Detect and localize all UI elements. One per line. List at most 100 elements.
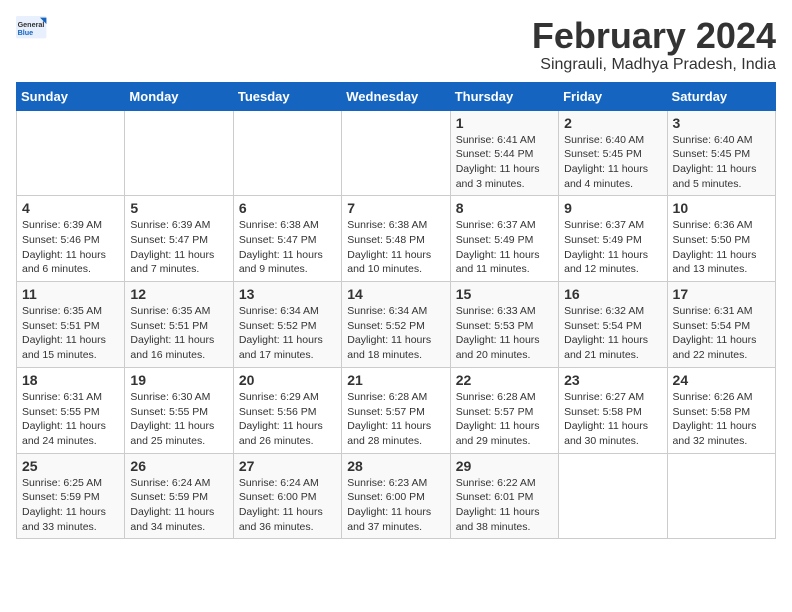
logo-icon: General Blue (16, 16, 48, 40)
month-title: February 2024 (532, 16, 776, 56)
day-number: 2 (564, 115, 661, 131)
day-number: 25 (22, 458, 119, 474)
calendar-cell (233, 110, 341, 196)
day-number: 12 (130, 286, 227, 302)
calendar-cell: 7 Sunrise: 6:38 AM Sunset: 5:48 PM Daylig… (342, 196, 450, 282)
day-number: 4 (22, 200, 119, 216)
calendar-week-row: 4 Sunrise: 6:39 AM Sunset: 5:46 PM Daylig… (17, 196, 776, 282)
day-number: 10 (673, 200, 770, 216)
day-info: Sunrise: 6:37 AM Sunset: 5:49 PM Dayligh… (564, 218, 661, 277)
day-number: 5 (130, 200, 227, 216)
day-number: 23 (564, 372, 661, 388)
day-info: Sunrise: 6:35 AM Sunset: 5:51 PM Dayligh… (130, 304, 227, 363)
day-number: 8 (456, 200, 553, 216)
weekday-header-wednesday: Wednesday (342, 82, 450, 110)
calendar-cell: 23Sunrise: 6:27 AM Sunset: 5:58 PM Dayli… (559, 367, 667, 453)
weekday-header-sunday: Sunday (17, 82, 125, 110)
day-info: Sunrise: 6:25 AM Sunset: 5:59 PM Dayligh… (22, 476, 119, 535)
calendar-cell: 27 Sunrise: 6:24 AM Sunset: 6:00 PM Dayli… (233, 453, 341, 539)
weekday-header-monday: Monday (125, 82, 233, 110)
calendar-cell: 19 Sunrise: 6:30 AM Sunset: 5:55 PM Dayli… (125, 367, 233, 453)
calendar-cell: 25 Sunrise: 6:25 AM Sunset: 5:59 PM Dayli… (17, 453, 125, 539)
calendar-cell: 14Sunrise: 6:34 AM Sunset: 5:52 PM Dayli… (342, 282, 450, 368)
day-info: Sunrise: 6:22 AM Sunset: 6:01 PM Dayligh… (456, 476, 553, 535)
weekday-header-saturday: Saturday (667, 82, 775, 110)
calendar-cell: 22Sunrise: 6:28 AM Sunset: 5:57 PM Dayli… (450, 367, 558, 453)
day-number: 20 (239, 372, 336, 388)
calendar-cell: 12 Sunrise: 6:35 AM Sunset: 5:51 PM Dayli… (125, 282, 233, 368)
location-title: Singrauli, Madhya Pradesh, India (532, 56, 776, 74)
day-number: 15 (456, 286, 553, 302)
calendar-cell: 2Sunrise: 6:40 AM Sunset: 5:45 PM Daylig… (559, 110, 667, 196)
day-info: Sunrise: 6:38 AM Sunset: 5:48 PM Dayligh… (347, 218, 444, 277)
calendar-week-row: 25 Sunrise: 6:25 AM Sunset: 5:59 PM Dayli… (17, 453, 776, 539)
day-number: 29 (456, 458, 553, 474)
day-info: Sunrise: 6:31 AM Sunset: 5:54 PM Dayligh… (673, 304, 770, 363)
calendar-cell: 28Sunrise: 6:23 AM Sunset: 6:00 PM Dayli… (342, 453, 450, 539)
day-info: Sunrise: 6:35 AM Sunset: 5:51 PM Dayligh… (22, 304, 119, 363)
calendar-cell: 10 Sunrise: 6:36 AM Sunset: 5:50 PM Dayli… (667, 196, 775, 282)
day-info: Sunrise: 6:24 AM Sunset: 6:00 PM Dayligh… (239, 476, 336, 535)
calendar-cell: 29 Sunrise: 6:22 AM Sunset: 6:01 PM Dayli… (450, 453, 558, 539)
weekday-header-row: SundayMondayTuesdayWednesdayThursdayFrid… (17, 82, 776, 110)
calendar-cell (342, 110, 450, 196)
calendar-cell (17, 110, 125, 196)
day-info: Sunrise: 6:28 AM Sunset: 5:57 PM Dayligh… (347, 390, 444, 449)
day-number: 18 (22, 372, 119, 388)
calendar-cell: 16Sunrise: 6:32 AM Sunset: 5:54 PM Dayli… (559, 282, 667, 368)
calendar-week-row: 18Sunrise: 6:31 AM Sunset: 5:55 PM Dayli… (17, 367, 776, 453)
calendar-cell: 9 Sunrise: 6:37 AM Sunset: 5:49 PM Daylig… (559, 196, 667, 282)
day-number: 19 (130, 372, 227, 388)
day-number: 9 (564, 200, 661, 216)
weekday-header-friday: Friday (559, 82, 667, 110)
day-info: Sunrise: 6:34 AM Sunset: 5:52 PM Dayligh… (239, 304, 336, 363)
calendar-cell: 4 Sunrise: 6:39 AM Sunset: 5:46 PM Daylig… (17, 196, 125, 282)
weekday-header-tuesday: Tuesday (233, 82, 341, 110)
calendar-week-row: 11 Sunrise: 6:35 AM Sunset: 5:51 PM Dayli… (17, 282, 776, 368)
day-number: 21 (347, 372, 444, 388)
calendar-cell: 11 Sunrise: 6:35 AM Sunset: 5:51 PM Dayli… (17, 282, 125, 368)
day-info: Sunrise: 6:40 AM Sunset: 5:45 PM Dayligh… (673, 133, 770, 192)
calendar-table: SundayMondayTuesdayWednesdayThursdayFrid… (16, 82, 776, 540)
day-number: 13 (239, 286, 336, 302)
calendar-cell: 18Sunrise: 6:31 AM Sunset: 5:55 PM Dayli… (17, 367, 125, 453)
calendar-cell: 24 Sunrise: 6:26 AM Sunset: 5:58 PM Dayli… (667, 367, 775, 453)
calendar-cell: 6Sunrise: 6:38 AM Sunset: 5:47 PM Daylig… (233, 196, 341, 282)
calendar-cell: 21 Sunrise: 6:28 AM Sunset: 5:57 PM Dayli… (342, 367, 450, 453)
calendar-cell: 26Sunrise: 6:24 AM Sunset: 5:59 PM Dayli… (125, 453, 233, 539)
day-number: 7 (347, 200, 444, 216)
calendar-cell: 3 Sunrise: 6:40 AM Sunset: 5:45 PM Daylig… (667, 110, 775, 196)
day-info: Sunrise: 6:39 AM Sunset: 5:47 PM Dayligh… (130, 218, 227, 277)
weekday-header-thursday: Thursday (450, 82, 558, 110)
day-info: Sunrise: 6:28 AM Sunset: 5:57 PM Dayligh… (456, 390, 553, 449)
day-info: Sunrise: 6:39 AM Sunset: 5:46 PM Dayligh… (22, 218, 119, 277)
day-info: Sunrise: 6:24 AM Sunset: 5:59 PM Dayligh… (130, 476, 227, 535)
day-number: 24 (673, 372, 770, 388)
day-number: 3 (673, 115, 770, 131)
calendar-cell (559, 453, 667, 539)
calendar-cell: 13 Sunrise: 6:34 AM Sunset: 5:52 PM Dayli… (233, 282, 341, 368)
day-number: 11 (22, 286, 119, 302)
day-number: 27 (239, 458, 336, 474)
calendar-cell (667, 453, 775, 539)
calendar-cell: 1 Sunrise: 6:41 AM Sunset: 5:44 PM Daylig… (450, 110, 558, 196)
day-info: Sunrise: 6:33 AM Sunset: 5:53 PM Dayligh… (456, 304, 553, 363)
day-number: 1 (456, 115, 553, 131)
day-info: Sunrise: 6:26 AM Sunset: 5:58 PM Dayligh… (673, 390, 770, 449)
svg-text:Blue: Blue (18, 28, 34, 37)
day-number: 28 (347, 458, 444, 474)
calendar-cell: 5 Sunrise: 6:39 AM Sunset: 5:47 PM Daylig… (125, 196, 233, 282)
calendar-week-row: 1 Sunrise: 6:41 AM Sunset: 5:44 PM Daylig… (17, 110, 776, 196)
calendar-cell: 20Sunrise: 6:29 AM Sunset: 5:56 PM Dayli… (233, 367, 341, 453)
day-info: Sunrise: 6:37 AM Sunset: 5:49 PM Dayligh… (456, 218, 553, 277)
logo: General Blue (16, 16, 48, 40)
day-number: 17 (673, 286, 770, 302)
calendar-cell: 17 Sunrise: 6:31 AM Sunset: 5:54 PM Dayli… (667, 282, 775, 368)
page-header: General Blue February 2024 Singrauli, Ma… (16, 16, 776, 74)
day-number: 6 (239, 200, 336, 216)
calendar-cell (125, 110, 233, 196)
day-info: Sunrise: 6:30 AM Sunset: 5:55 PM Dayligh… (130, 390, 227, 449)
calendar-cell: 15 Sunrise: 6:33 AM Sunset: 5:53 PM Dayli… (450, 282, 558, 368)
day-info: Sunrise: 6:36 AM Sunset: 5:50 PM Dayligh… (673, 218, 770, 277)
day-info: Sunrise: 6:41 AM Sunset: 5:44 PM Dayligh… (456, 133, 553, 192)
